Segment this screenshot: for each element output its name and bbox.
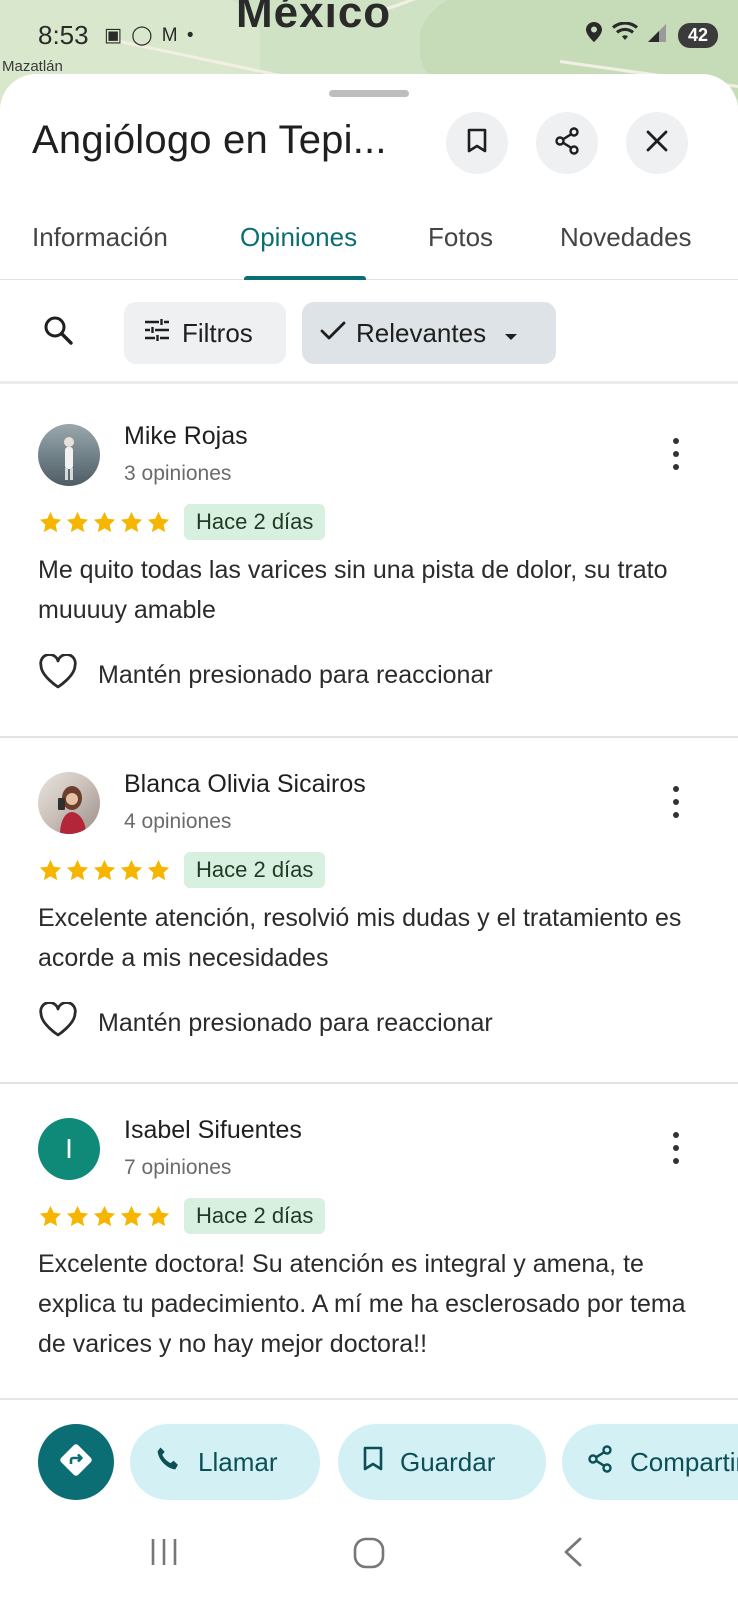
tab-novedades[interactable]: Novedades	[560, 222, 692, 253]
sort-chip[interactable]: Relevantes	[302, 302, 556, 364]
star-icon	[120, 859, 143, 881]
star-icon	[93, 511, 116, 533]
review-date-badge: Hace 2 días	[184, 1198, 326, 1234]
share-icon	[586, 1444, 614, 1480]
reviewer-name[interactable]: Mike Rojas	[124, 422, 248, 451]
place-sheet: Angiólogo en Tepi... Información Opinion…	[0, 74, 738, 1600]
battery-level: 42	[677, 22, 718, 48]
reviewer-name[interactable]: Isabel Sifuentes	[124, 1116, 302, 1145]
bookmark-icon	[362, 1446, 384, 1479]
review-date-badge: Hace 2 días	[184, 504, 326, 540]
location-icon	[585, 22, 602, 48]
star-rating	[38, 858, 171, 883]
reviewer-avatar[interactable]	[38, 772, 100, 834]
star-icon	[93, 859, 116, 881]
share-label: Compartir	[630, 1446, 738, 1477]
review-card: Blanca Olivia Sicairos 4 opiniones Hace …	[0, 738, 738, 1084]
search-reviews-button[interactable]	[34, 308, 82, 356]
dropdown-arrow-icon	[504, 318, 518, 349]
review-card: I Isabel Sifuentes 7 opiniones Hace 2 dí…	[0, 1084, 738, 1398]
bookmark-icon	[466, 128, 488, 159]
review-text: Excelente atención, resolvió mis dudas y…	[38, 904, 682, 972]
share-icon	[553, 126, 581, 160]
avatar-initial: I	[65, 1133, 73, 1164]
star-icon	[66, 859, 89, 881]
tune-icon	[144, 318, 170, 349]
back-button[interactable]	[560, 1536, 586, 1573]
star-icon	[93, 1205, 116, 1227]
react-label: Mantén presionado para reaccionar	[98, 1009, 493, 1037]
check-icon	[320, 318, 346, 349]
search-icon	[42, 314, 74, 351]
tab-bar: Información Opiniones Fotos Novedades	[0, 210, 738, 280]
react-button[interactable]: Mantén presionado para reaccionar	[38, 1001, 493, 1045]
more-options-button[interactable]	[660, 1128, 692, 1168]
star-rating	[38, 510, 171, 535]
recents-button[interactable]	[148, 1536, 180, 1573]
review-text: Excelente doctora! Su atención es integr…	[38, 1250, 686, 1358]
call-button[interactable]: Llamar	[130, 1424, 320, 1500]
review-date-badge: Hace 2 días	[184, 852, 326, 888]
review-filter-row: Filtros Relevantes	[0, 280, 738, 384]
save-button[interactable]: Guardar	[338, 1424, 546, 1500]
heart-icon	[38, 653, 78, 697]
close-icon	[645, 129, 669, 158]
signal-icon	[647, 22, 668, 48]
call-label: Llamar	[198, 1446, 278, 1477]
tab-opiniones[interactable]: Opiniones	[240, 222, 357, 253]
reviewer-review-count: 7 opiniones	[124, 1156, 232, 1179]
review-text: Me quito todas las varices sin una pista…	[38, 556, 668, 624]
close-button[interactable]	[626, 112, 688, 174]
star-icon	[120, 1205, 143, 1227]
share-action-button[interactable]: Compartir	[562, 1424, 738, 1500]
filters-label: Filtros	[182, 317, 253, 348]
status-time: 8:53	[38, 20, 89, 50]
reviewer-review-count: 3 opiniones	[124, 462, 232, 485]
status-bar: 8:53 ▣ ◯ M • 42	[0, 18, 738, 54]
share-button[interactable]	[536, 112, 598, 174]
heart-icon	[38, 1001, 78, 1045]
drag-handle[interactable]	[329, 90, 409, 97]
home-button[interactable]	[352, 1536, 386, 1575]
star-icon	[39, 1205, 62, 1227]
tab-informacion[interactable]: Información	[32, 222, 168, 253]
directions-button[interactable]	[38, 1424, 114, 1500]
reviewer-name[interactable]: Blanca Olivia Sicairos	[124, 770, 366, 799]
react-label: Mantén presionado para reaccionar	[98, 661, 493, 689]
reviewer-avatar[interactable]: I	[38, 1118, 100, 1180]
save-label: Guardar	[400, 1446, 496, 1477]
sort-label: Relevantes	[356, 317, 487, 348]
star-icon	[147, 859, 170, 881]
notification-icons: ▣ ◯ M •	[104, 25, 196, 46]
filters-chip[interactable]: Filtros	[124, 302, 286, 364]
reviewer-review-count: 4 opiniones	[124, 810, 232, 833]
place-title: Angiólogo en Tepi...	[32, 118, 387, 162]
reviewer-avatar[interactable]	[38, 424, 100, 486]
star-icon	[147, 511, 170, 533]
phone-icon	[154, 1445, 182, 1480]
more-options-button[interactable]	[660, 434, 692, 474]
save-bookmark-button[interactable]	[446, 112, 508, 174]
map-city-label: Mazatlán	[2, 58, 63, 75]
system-nav-bar	[0, 1508, 738, 1600]
action-bar: Llamar Guardar Compartir	[0, 1398, 738, 1508]
directions-icon	[59, 1443, 93, 1482]
star-icon	[39, 511, 62, 533]
star-icon	[120, 511, 143, 533]
star-rating	[38, 1204, 171, 1229]
star-icon	[147, 1205, 170, 1227]
review-card: Mike Rojas 3 opiniones Hace 2 días Me qu…	[0, 390, 738, 736]
wifi-icon	[611, 21, 638, 48]
more-options-button[interactable]	[660, 782, 692, 822]
star-icon	[66, 511, 89, 533]
react-button[interactable]: Mantén presionado para reaccionar	[38, 653, 493, 697]
star-icon	[66, 1205, 89, 1227]
star-icon	[39, 859, 62, 881]
tab-fotos[interactable]: Fotos	[428, 222, 493, 253]
